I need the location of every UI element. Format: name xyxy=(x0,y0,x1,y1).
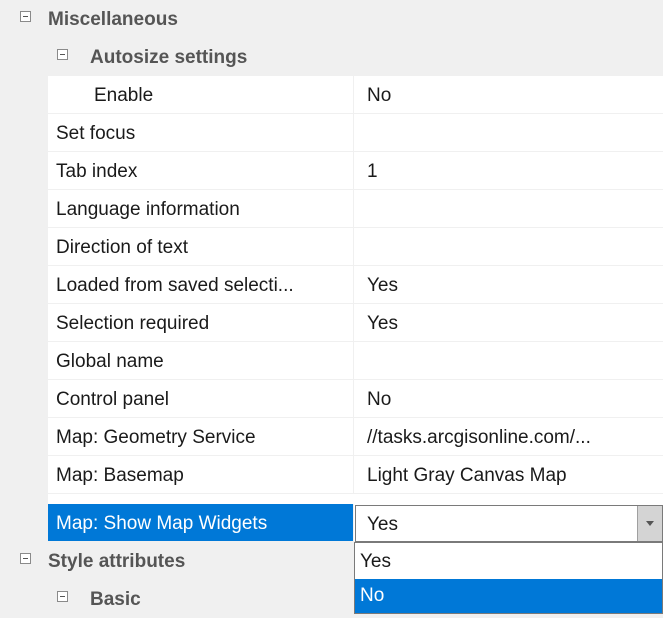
property-row-global-name[interactable]: Global name xyxy=(0,342,663,380)
value-dropdown-editor[interactable]: Yes xyxy=(355,505,663,542)
property-grid: Miscellaneous Autosize settings Enable N… xyxy=(0,0,663,618)
property-value[interactable]: Yes xyxy=(355,304,663,341)
category-miscellaneous[interactable]: Miscellaneous xyxy=(0,0,663,38)
property-value[interactable]: Yes xyxy=(355,266,663,303)
property-name: Set focus xyxy=(48,114,354,151)
property-name: Enable xyxy=(84,76,354,113)
property-row-selection-required[interactable]: Selection required Yes xyxy=(0,304,663,342)
property-name: Map: Basemap xyxy=(48,456,354,493)
dropdown-list: Yes No xyxy=(354,542,663,614)
property-value[interactable]: //tasks.arcgisonline.com/... xyxy=(355,418,663,455)
property-name: Map: Show Map Widgets xyxy=(48,504,354,541)
property-value[interactable] xyxy=(355,190,663,227)
property-row-map-geometry-service[interactable]: Map: Geometry Service //tasks.arcgisonli… xyxy=(0,418,663,456)
editor-current-value[interactable]: Yes xyxy=(367,514,398,536)
property-value[interactable] xyxy=(355,342,663,379)
category-label: Basic xyxy=(90,589,141,610)
property-name: Tab index xyxy=(48,152,354,189)
category-label: Style attributes xyxy=(48,551,186,572)
property-name: Global name xyxy=(48,342,354,379)
dropdown-arrow-icon[interactable] xyxy=(637,506,662,541)
property-name: Language information xyxy=(48,190,354,227)
property-name: Loaded from saved selecti... xyxy=(48,266,354,303)
property-value[interactable]: No xyxy=(355,380,663,417)
property-row-map-basemap[interactable]: Map: Basemap Light Gray Canvas Map xyxy=(0,456,663,494)
collapse-icon[interactable] xyxy=(57,591,68,602)
category-label: Autosize settings xyxy=(90,47,248,68)
property-row-direction-of-text[interactable]: Direction of text xyxy=(0,228,663,266)
property-value[interactable] xyxy=(355,228,663,265)
category-label: Miscellaneous xyxy=(48,9,178,30)
collapse-icon[interactable] xyxy=(20,11,31,22)
property-value[interactable]: No xyxy=(355,76,663,113)
property-name: Selection required xyxy=(48,304,354,341)
property-name: Direction of text xyxy=(48,228,354,265)
property-row-control-panel[interactable]: Control panel No xyxy=(0,380,663,418)
property-name: Control panel xyxy=(48,380,354,417)
collapse-icon[interactable] xyxy=(57,49,68,60)
property-row-enable[interactable]: Enable No xyxy=(0,76,663,114)
dropdown-option-no[interactable]: No xyxy=(355,579,662,613)
property-name: Map: Geometry Service xyxy=(48,418,354,455)
category-autosize-settings[interactable]: Autosize settings xyxy=(0,38,663,76)
property-row-tab-index[interactable]: Tab index 1 xyxy=(0,152,663,190)
dropdown-option-yes[interactable]: Yes xyxy=(355,545,662,579)
property-row-loaded-from-saved-selection[interactable]: Loaded from saved selecti... Yes xyxy=(0,266,663,304)
property-value[interactable] xyxy=(355,114,663,151)
property-row-language-information[interactable]: Language information xyxy=(0,190,663,228)
property-value[interactable]: Light Gray Canvas Map xyxy=(355,456,663,493)
property-value[interactable]: 1 xyxy=(355,152,663,189)
property-row-set-focus[interactable]: Set focus xyxy=(0,114,663,152)
collapse-icon[interactable] xyxy=(20,553,31,564)
